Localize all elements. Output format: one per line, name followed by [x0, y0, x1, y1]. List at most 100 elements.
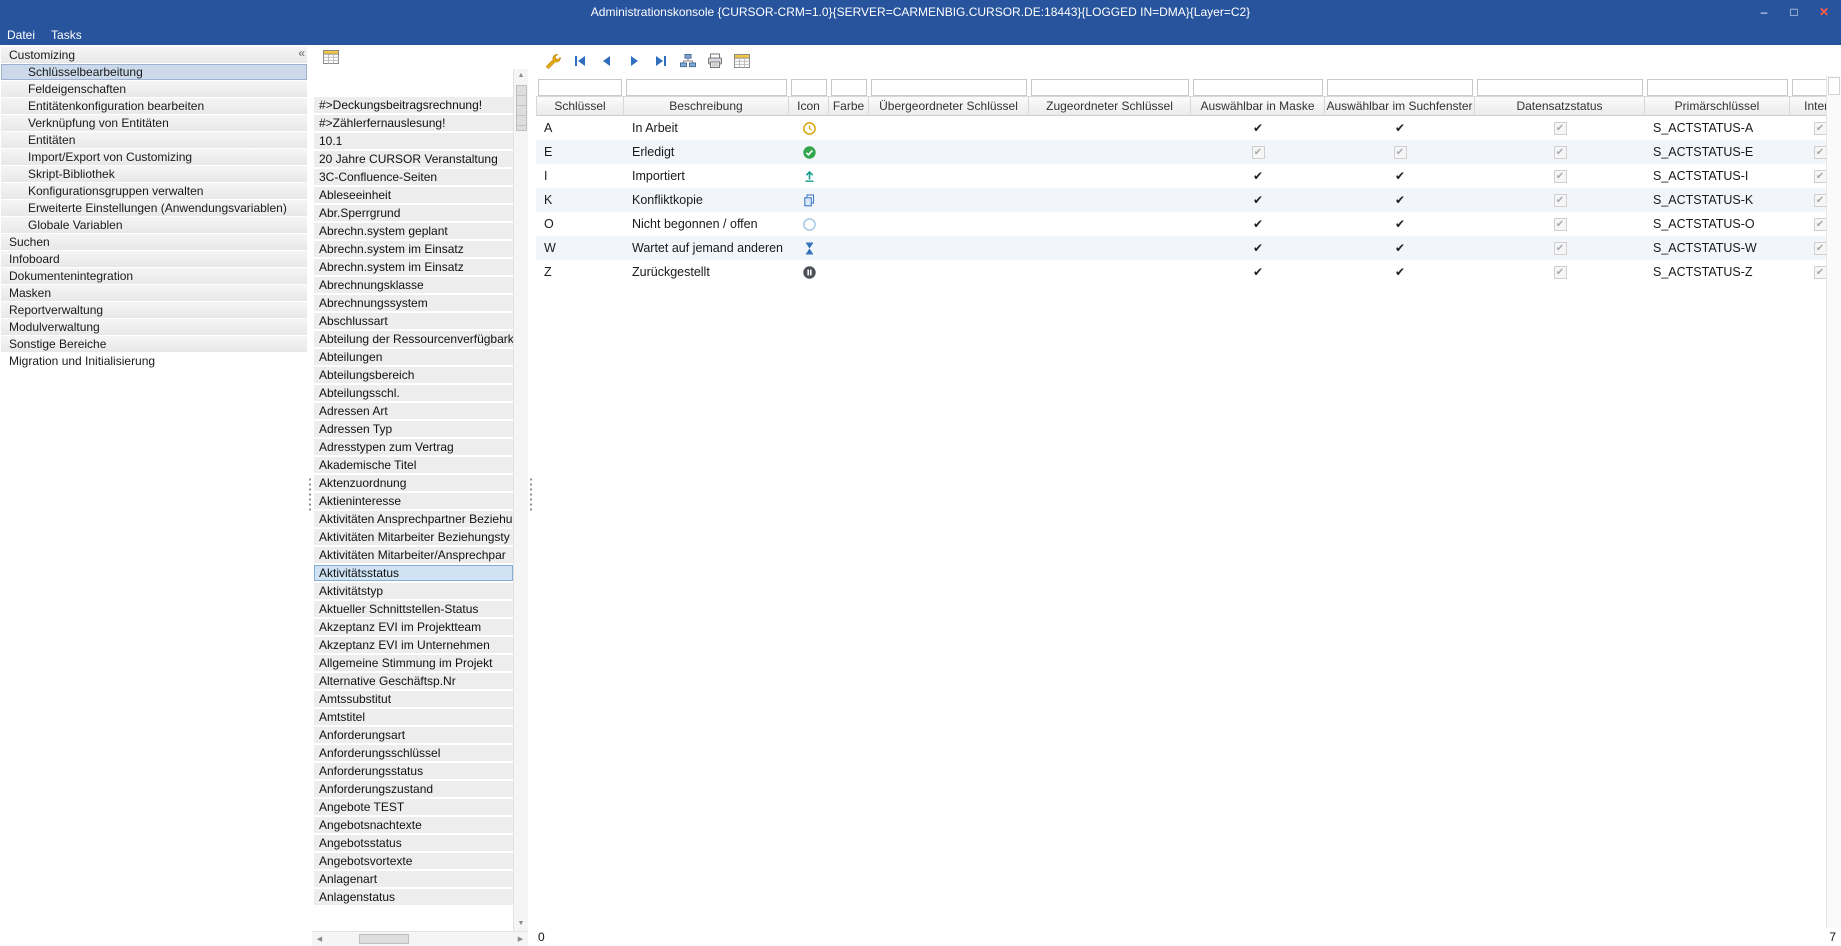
column-header-auswaehlbar_im_suchfenster[interactable]: Auswählbar im Suchfenster — [1325, 96, 1475, 116]
sidebar-item[interactable]: Modulverwaltung — [1, 319, 307, 335]
checkbox-checked[interactable]: ✔ — [1253, 193, 1263, 207]
sidebar-item[interactable]: Globale Variablen — [1, 217, 307, 233]
key-list-item[interactable]: Anforderungsschlüssel — [314, 745, 513, 761]
key-list-item[interactable]: Amtssubstitut — [314, 691, 513, 707]
maximize-button[interactable]: □ — [1779, 1, 1809, 23]
scrollbar-thumb[interactable] — [359, 934, 409, 944]
key-list-item[interactable]: Anforderungsart — [314, 727, 513, 743]
key-list-item[interactable]: Anlagenstatus — [314, 889, 513, 905]
checkbox-checked[interactable]: ✔ — [1395, 169, 1405, 183]
column-header-beschreibung[interactable]: Beschreibung — [624, 96, 789, 116]
sidebar-item[interactable]: Entitäten — [1, 132, 307, 148]
key-list-horizontal-scrollbar[interactable]: ◀ ▶ — [312, 931, 528, 946]
filter-input-uebergeordneter_schluessel[interactable] — [871, 79, 1027, 96]
key-list-item[interactable]: Abschlussart — [314, 313, 513, 329]
sidebar-item[interactable]: Reportverwaltung — [1, 302, 307, 318]
key-list-item[interactable]: Angebotsvortexte — [314, 853, 513, 869]
key-list-item[interactable]: Abrechn.system im Einsatz — [314, 259, 513, 275]
sidebar-item[interactable]: Schlüsselbearbeitung — [1, 64, 307, 80]
key-list-item[interactable]: Abrechnungsklasse — [314, 277, 513, 293]
filter-input-datensatzstatus[interactable] — [1477, 79, 1643, 96]
key-list-item[interactable]: Anforderungszustand — [314, 781, 513, 797]
wrench-button[interactable] — [540, 48, 565, 73]
sidebar-item[interactable]: Skript-Bibliothek — [1, 166, 307, 182]
key-list-item[interactable]: Aktieninteresse — [314, 493, 513, 509]
previous-record-button[interactable] — [594, 48, 619, 73]
table-row[interactable]: EErledigt✔✔✔S_ACTSTATUS-E✔ — [536, 140, 1826, 164]
key-list-item[interactable]: 20 Jahre CURSOR Veranstaltung — [314, 151, 513, 167]
key-list-item[interactable]: Abrechn.system im Einsatz — [314, 241, 513, 257]
hierarchy-button[interactable] — [675, 48, 700, 73]
key-list-item[interactable]: Abrechnungssystem — [314, 295, 513, 311]
key-list-item[interactable]: 10.1 — [314, 133, 513, 149]
sidebar-item[interactable]: Verknüpfung von Entitäten — [1, 115, 307, 131]
key-list-item[interactable]: Angebote TEST — [314, 799, 513, 815]
column-header-icon[interactable]: Icon — [789, 96, 829, 116]
first-record-button[interactable] — [567, 48, 592, 73]
scroll-down-icon[interactable]: ▼ — [518, 917, 525, 931]
sidebar-item[interactable]: Customizing — [1, 47, 307, 63]
filter-input-primaerschluessel[interactable] — [1647, 79, 1788, 96]
menu-item-datei[interactable]: Datei — [7, 28, 35, 42]
key-list-vertical-scrollbar[interactable]: ▲ ▼ — [513, 69, 528, 931]
scrollbar-thumb[interactable] — [516, 85, 527, 131]
filter-input-intern[interactable] — [1792, 79, 1826, 96]
filter-input-icon[interactable] — [791, 79, 827, 96]
table-row[interactable]: AIn Arbeit✔✔✔S_ACTSTATUS-A✔ — [536, 116, 1826, 140]
key-list-item[interactable]: Amtstitel — [314, 709, 513, 725]
column-header-datensatzstatus[interactable]: Datensatzstatus — [1475, 96, 1645, 116]
minimize-button[interactable]: – — [1749, 1, 1779, 23]
column-header-schluessel[interactable]: Schlüssel — [536, 96, 624, 116]
scroll-right-icon[interactable]: ▶ — [513, 935, 528, 943]
close-button[interactable]: ✕ — [1809, 1, 1839, 23]
filter-input-farbe[interactable] — [831, 79, 867, 96]
checkbox-checked[interactable]: ✔ — [1253, 121, 1263, 135]
main-splitter[interactable] — [528, 45, 534, 946]
checkbox-checked[interactable]: ✔ — [1253, 241, 1263, 255]
key-list-item[interactable]: Aktivitätstyp — [314, 583, 513, 599]
table-row[interactable]: ZZurückgestellt✔✔✔S_ACTSTATUS-Z✔ — [536, 260, 1826, 284]
key-list-item[interactable]: Abteilungsschl. — [314, 385, 513, 401]
filter-input-auswaehlbar_im_suchfenster[interactable] — [1327, 79, 1473, 96]
checkbox-checked[interactable]: ✔ — [1253, 169, 1263, 183]
key-list-item[interactable]: Aktivitäten Mitarbeiter Beziehungsty — [314, 529, 513, 545]
sidebar-item[interactable]: Masken — [1, 285, 307, 301]
filter-input-auswaehlbar_in_maske[interactable] — [1193, 79, 1323, 96]
key-list-item[interactable]: Abrechn.system geplant — [314, 223, 513, 239]
sidebar-item[interactable]: Suchen — [1, 234, 307, 250]
sidebar-item[interactable]: Sonstige Bereiche — [1, 336, 307, 352]
key-list-item[interactable]: Allgemeine Stimmung im Projekt — [314, 655, 513, 671]
key-list-item[interactable]: Angebotsstatus — [314, 835, 513, 851]
table-row[interactable]: KKonfliktkopie✔✔✔S_ACTSTATUS-K✔ — [536, 188, 1826, 212]
last-record-button[interactable] — [648, 48, 673, 73]
filter-input-schluessel[interactable] — [538, 79, 622, 96]
key-list-item[interactable]: 3C-Confluence-Seiten — [314, 169, 513, 185]
key-list-item[interactable]: Aktivitäten Ansprechpartner Beziehu — [314, 511, 513, 527]
key-list-item[interactable]: Aktueller Schnittstellen-Status — [314, 601, 513, 617]
collapse-sidebar-icon[interactable]: « — [298, 46, 305, 60]
column-header-uebergeordneter_schluessel[interactable]: Übergeordneter Schlüssel — [869, 96, 1029, 116]
column-header-auswaehlbar_in_maske[interactable]: Auswählbar in Maske — [1191, 96, 1325, 116]
key-list-item[interactable]: Anlagenart — [314, 871, 513, 887]
sidebar-item[interactable]: Konfigurationsgruppen verwalten — [1, 183, 307, 199]
column-header-farbe[interactable]: Farbe — [829, 96, 869, 116]
key-list-item[interactable]: Angebotsnachtexte — [314, 817, 513, 833]
key-list-item[interactable]: Akademische Titel — [314, 457, 513, 473]
scroll-up-icon[interactable]: ▲ — [518, 69, 525, 83]
table-vertical-scrollbar[interactable] — [1826, 76, 1841, 928]
key-list-item[interactable]: Anforderungsstatus — [314, 763, 513, 779]
sidebar-item[interactable]: Infoboard — [1, 251, 307, 267]
key-list-item[interactable]: Abteilung der Ressourcenverfügbark — [314, 331, 513, 347]
key-list-item[interactable]: Aktivitätsstatus — [314, 565, 513, 581]
key-list-item[interactable]: Akzeptanz EVI im Unternehmen — [314, 637, 513, 653]
checkbox-checked[interactable]: ✔ — [1395, 217, 1405, 231]
key-list-item[interactable]: Adressen Art — [314, 403, 513, 419]
table-row[interactable]: IImportiert✔✔✔S_ACTSTATUS-I✔ — [536, 164, 1826, 188]
key-list-item[interactable]: Aktenzuordnung — [314, 475, 513, 491]
checkbox-checked[interactable]: ✔ — [1395, 193, 1405, 207]
table-button[interactable] — [729, 48, 754, 73]
column-header-primaerschluessel[interactable]: Primärschlüssel — [1645, 96, 1790, 116]
print-button[interactable] — [702, 48, 727, 73]
sidebar-item[interactable]: Import/Export von Customizing — [1, 149, 307, 165]
key-list-item[interactable]: Abteilungsbereich — [314, 367, 513, 383]
